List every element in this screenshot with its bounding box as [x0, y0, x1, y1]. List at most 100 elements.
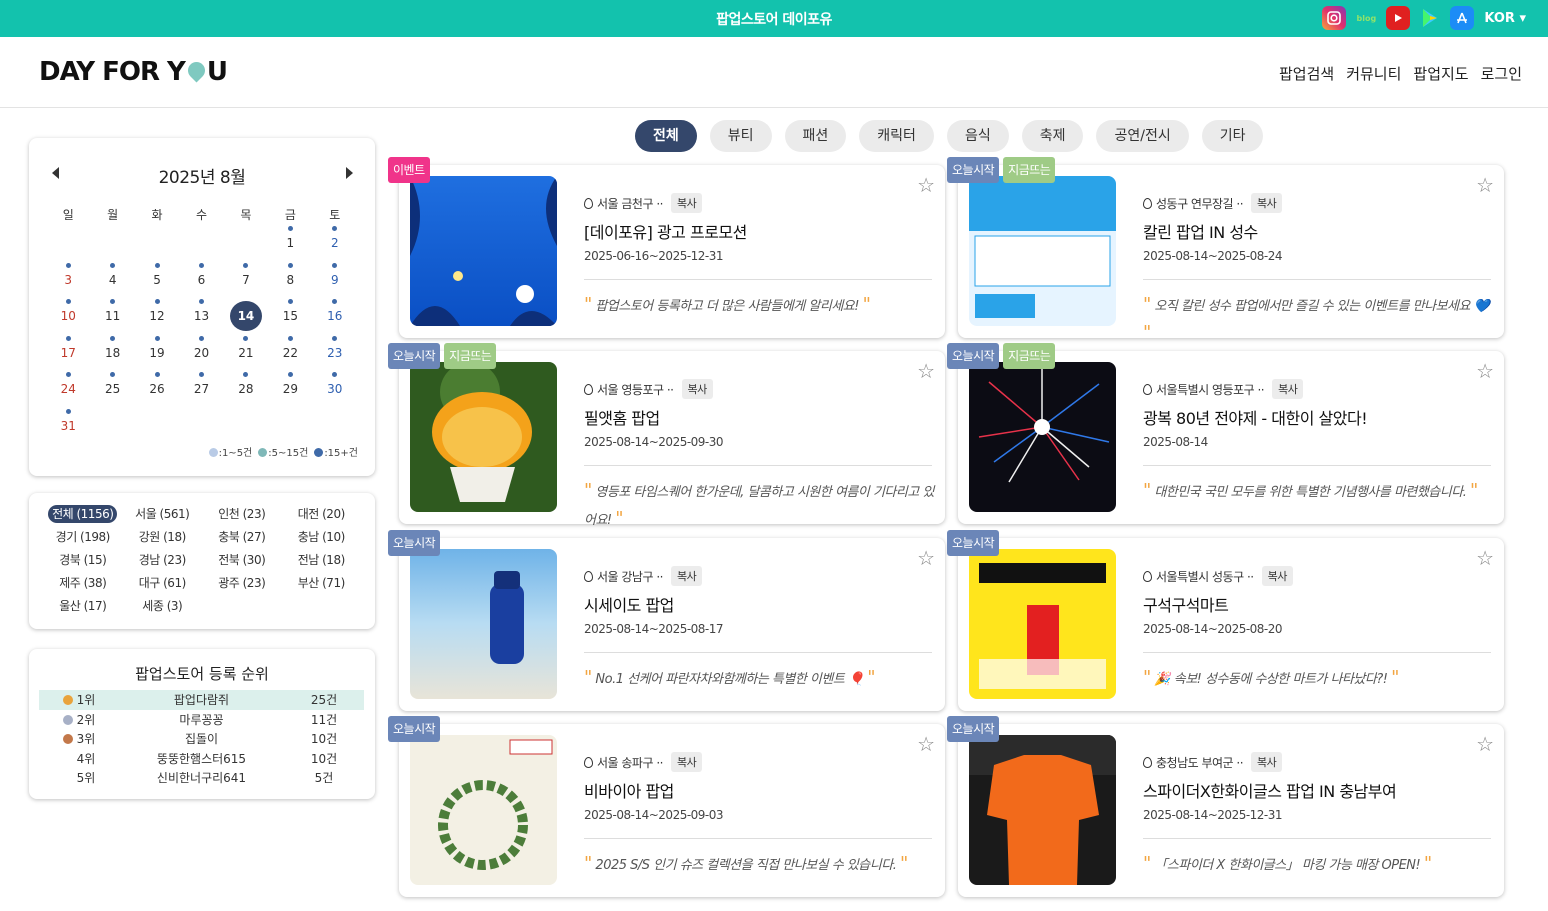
instagram-icon[interactable]	[1322, 6, 1347, 30]
google-play-icon[interactable]	[1418, 6, 1442, 30]
calendar-day[interactable]: 31	[46, 408, 90, 446]
calendar-day[interactable]: 28	[224, 372, 268, 409]
popup-card[interactable]: ☆ 서울 영등포구 ·· 복사 필앳홈 팝업 2025-08-14~2025-09-30…	[388, 343, 945, 529]
popup-thumbnail[interactable]	[410, 549, 557, 699]
calendar-day[interactable]: 27	[179, 372, 223, 409]
region-filter-item[interactable]: 충남 (10)	[282, 526, 362, 549]
calendar-day[interactable]: 11	[90, 299, 134, 336]
language-selector[interactable]: KOR ▾	[1484, 11, 1526, 26]
calendar-day[interactable]: 1	[268, 226, 312, 263]
calendar-day[interactable]: 23	[313, 335, 357, 373]
popup-name[interactable]: 칼린 팝업 IN 성수	[1143, 219, 1493, 243]
popup-name[interactable]: 필앳홈 팝업	[584, 405, 934, 429]
popup-thumbnail[interactable]	[969, 549, 1116, 699]
calendar-day[interactable]: 26	[135, 372, 179, 409]
category-tab[interactable]: 축제	[1021, 120, 1084, 152]
region-filter-item[interactable]: 전북 (30)	[202, 549, 282, 572]
calendar-day[interactable]: 20	[179, 335, 223, 373]
nav-community[interactable]: 커뮤니티	[1346, 63, 1401, 84]
copy-button[interactable]: 복사	[670, 193, 703, 213]
popup-name[interactable]: 광복 80년 전야제 - 대한이 살았다!	[1143, 405, 1493, 429]
logo[interactable]: DAY FOR Y U	[39, 57, 228, 87]
popup-card[interactable]: ☆ 충청남도 부여군 ·· 복사 스파이더X한화이글스 팝업 IN 충남부여 2025-…	[947, 716, 1504, 897]
category-tab[interactable]: 캐릭터	[859, 120, 934, 152]
popup-name[interactable]: 비바이아 팝업	[584, 778, 934, 802]
calendar-day[interactable]: 17	[46, 335, 90, 373]
popup-card[interactable]: ☆ 서울특별시 성동구 ·· 복사 구석구석마트 2025-08-14~2025-08-…	[947, 530, 1504, 711]
nav-popup-map[interactable]: 팝업지도	[1413, 63, 1468, 84]
copy-button[interactable]: 복사	[670, 752, 703, 772]
calendar-day[interactable]: 22	[268, 335, 312, 373]
nav-popup-search[interactable]: 팝업검색	[1279, 63, 1334, 84]
region-filter-item[interactable]: 강원 (18)	[123, 526, 203, 549]
popup-name[interactable]: [데이포유] 광고 프로모션	[584, 219, 934, 243]
calendar-day[interactable]: 2	[313, 226, 357, 263]
calendar-day[interactable]: 9	[313, 262, 357, 300]
popup-card[interactable]: ☆ 서울특별시 영등포구 ·· 복사 광복 80년 전야제 - 대한이 살았다! 202…	[947, 343, 1504, 524]
popup-name[interactable]: 스파이더X한화이글스 팝업 IN 충남부여	[1143, 778, 1493, 802]
region-filter-item[interactable]: 경북 (15)	[43, 549, 123, 572]
next-month-icon[interactable]	[346, 167, 353, 179]
popup-card[interactable]: ☆ 서울 강남구 ·· 복사 시세이도 팝업 2025-08-14~2025-08-17…	[388, 530, 945, 711]
popup-thumbnail[interactable]	[969, 176, 1116, 326]
copy-button[interactable]: 복사	[1251, 752, 1283, 772]
calendar-day[interactable]: 8	[268, 262, 312, 300]
popup-thumbnail[interactable]	[969, 362, 1116, 512]
calendar-day[interactable]: 3	[46, 262, 90, 300]
popup-thumbnail[interactable]	[410, 176, 557, 326]
region-filter-item[interactable]: 부산 (71)	[282, 572, 362, 595]
region-filter-item[interactable]: 전체 (1156)	[43, 503, 123, 526]
popup-card[interactable]: ☆ 서울 금천구 ·· 복사 [데이포유] 광고 프로모션 2025-06-16~202…	[388, 157, 945, 338]
category-tab[interactable]: 패션	[784, 120, 847, 152]
calendar-day[interactable]: 5	[135, 262, 179, 300]
calendar-day[interactable]: 15	[268, 299, 312, 336]
popup-thumbnail[interactable]	[410, 362, 557, 512]
copy-button[interactable]: 복사	[1272, 379, 1304, 399]
popup-thumbnail[interactable]	[969, 735, 1116, 885]
app-store-icon[interactable]	[1450, 6, 1475, 30]
youtube-icon[interactable]	[1386, 6, 1411, 30]
popup-name[interactable]: 시세이도 팝업	[584, 592, 934, 616]
calendar-day[interactable]: 24	[46, 372, 90, 409]
calendar-day[interactable]: 12	[135, 299, 179, 336]
region-filter-item[interactable]: 서울 (561)	[123, 503, 203, 526]
calendar-day[interactable]: 18	[90, 335, 134, 373]
calendar-day[interactable]: 19	[135, 335, 179, 373]
calendar-day[interactable]: 30	[313, 372, 357, 409]
copy-button[interactable]: 복사	[1261, 566, 1293, 586]
region-filter-item[interactable]: 충북 (27)	[202, 526, 282, 549]
region-filter-item[interactable]: 대전 (20)	[282, 503, 362, 526]
calendar-day[interactable]: 7	[224, 262, 268, 300]
region-filter-item[interactable]: 제주 (38)	[43, 572, 123, 595]
category-tab[interactable]: 전체	[635, 120, 697, 152]
region-filter-item[interactable]: 인천 (23)	[202, 503, 282, 526]
region-filter-item[interactable]: 전남 (18)	[282, 549, 362, 572]
region-filter-item[interactable]: 경기 (198)	[43, 526, 123, 549]
popup-card[interactable]: ☆ 서울 송파구 ·· 복사 비바이아 팝업 2025-08-14~2025-09-03…	[388, 716, 945, 897]
calendar-day[interactable]: 16	[313, 299, 357, 336]
calendar-day[interactable]: 4	[90, 262, 134, 300]
calendar-day[interactable]: 14	[224, 299, 268, 336]
region-filter-item[interactable]: 대구 (61)	[123, 572, 203, 595]
calendar-day[interactable]: 29	[268, 372, 312, 409]
category-tab[interactable]: 공연/전시	[1096, 120, 1189, 152]
copy-button[interactable]: 복사	[681, 379, 713, 399]
category-tab[interactable]: 음식	[946, 120, 1009, 152]
region-filter-item[interactable]: 경남 (23)	[123, 549, 203, 572]
calendar-day[interactable]: 25	[90, 372, 134, 409]
copy-button[interactable]: 복사	[670, 566, 703, 586]
region-filter-item[interactable]: 세종 (3)	[123, 595, 203, 618]
region-filter-item[interactable]: 광주 (23)	[202, 572, 282, 595]
calendar-day[interactable]: 21	[224, 335, 268, 373]
blog-icon[interactable]: blog	[1354, 6, 1378, 30]
copy-button[interactable]: 복사	[1251, 193, 1283, 213]
category-tab[interactable]: 뷰티	[709, 120, 772, 152]
popup-card[interactable]: ☆ 성동구 연무장길 ·· 복사 칼린 팝업 IN 성수 2025-08-14~2025…	[947, 157, 1504, 343]
calendar-day[interactable]: 10	[46, 299, 90, 336]
calendar-day[interactable]: 13	[179, 299, 223, 336]
popup-name[interactable]: 구석구석마트	[1143, 592, 1493, 616]
popup-thumbnail[interactable]	[410, 735, 557, 885]
region-filter-item[interactable]: 울산 (17)	[43, 595, 123, 618]
category-tab[interactable]: 기타	[1201, 120, 1264, 152]
nav-login[interactable]: 로그인	[1481, 63, 1522, 84]
